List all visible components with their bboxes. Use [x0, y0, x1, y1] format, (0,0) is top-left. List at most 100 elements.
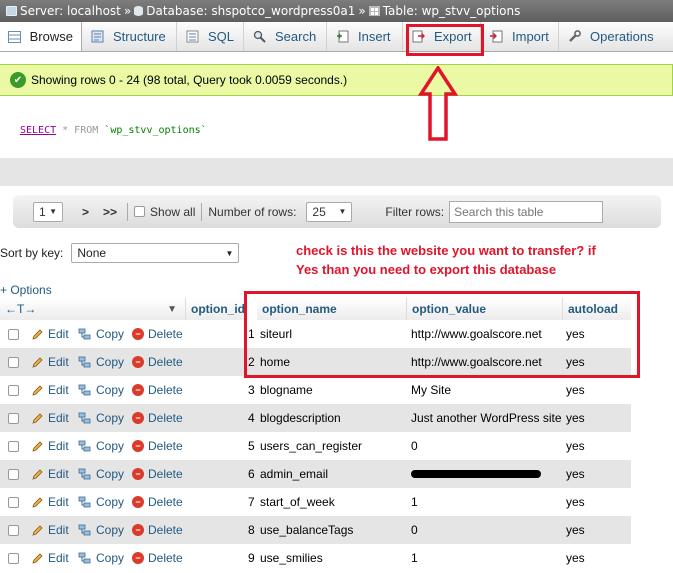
pencil-icon — [32, 385, 43, 396]
breadcrumb-server[interactable]: Server: localhost — [6, 4, 121, 18]
copy-icon — [78, 468, 91, 480]
delete-icon: − — [132, 356, 144, 368]
tab-browse[interactable]: Browse — [0, 22, 82, 51]
copy-button[interactable]: Copy — [78, 488, 124, 516]
row-checkbox[interactable] — [8, 384, 19, 396]
edit-button[interactable]: Edit — [32, 404, 69, 432]
cell-option-name: blogdescription — [260, 411, 341, 425]
row-checkbox[interactable] — [8, 328, 19, 340]
delete-label: Delete — [148, 523, 183, 537]
tab-sql[interactable]: SQL — [177, 22, 244, 51]
breadcrumb-database-link[interactable]: Database: shspotco_wordpress0a1 — [146, 4, 355, 18]
edit-label: Edit — [48, 383, 69, 397]
edit-button[interactable]: Edit — [32, 460, 69, 488]
cell-option-id: 7 — [248, 495, 255, 509]
edit-button[interactable]: Edit — [32, 376, 69, 404]
cell-option-value: 0 — [411, 432, 563, 460]
delete-button[interactable]: − Delete — [132, 488, 183, 516]
edit-button[interactable]: Edit — [32, 516, 69, 544]
breadcrumb-server-link[interactable]: Server: localhost — [20, 4, 121, 18]
filter-rows-label: Filter rows: — [385, 204, 445, 219]
cell-option-id: 6 — [248, 467, 255, 481]
tab-insert-label: Insert — [358, 29, 391, 44]
edit-button[interactable]: Edit — [32, 348, 69, 376]
delete-button[interactable]: − Delete — [132, 516, 183, 544]
edit-label: Edit — [48, 439, 69, 453]
delete-label: Delete — [148, 355, 183, 369]
copy-icon — [78, 496, 91, 508]
page-select[interactable]: 1 ▼ — [33, 201, 63, 222]
tab-structure[interactable]: Structure — [82, 22, 177, 51]
copy-button[interactable]: Copy — [78, 404, 124, 432]
sort-by-key-select[interactable]: None ▼ — [71, 243, 240, 263]
row-checkbox[interactable] — [8, 468, 19, 480]
delete-icon: − — [132, 524, 144, 536]
delete-label: Delete — [148, 495, 183, 509]
delete-label: Delete — [148, 327, 183, 341]
sort-dropdown-icon[interactable]: ▼ — [167, 304, 177, 315]
wrench-icon — [567, 30, 582, 44]
delete-button[interactable]: − Delete — [132, 376, 183, 404]
copy-label: Copy — [96, 523, 125, 537]
cell-option-value-text: 0 — [411, 523, 418, 537]
tab-insert[interactable]: Insert — [327, 22, 403, 51]
copy-button[interactable]: Copy — [78, 460, 124, 488]
breadcrumb-table[interactable]: Table: wp_stvv_options — [368, 4, 521, 18]
column-header-option-id[interactable]: option_id — [186, 298, 246, 320]
row-checkbox-cell — [8, 376, 19, 404]
row-checkbox[interactable] — [8, 552, 19, 564]
cell-option-name: use_smilies — [260, 551, 323, 565]
delete-button[interactable]: − Delete — [132, 404, 183, 432]
pencil-icon — [32, 525, 43, 536]
copy-button[interactable]: Copy — [78, 376, 124, 404]
row-checkbox[interactable] — [8, 440, 19, 452]
cell-option-value: Just another WordPress site — [411, 404, 563, 432]
breadcrumb-database[interactable]: Database: shspotco_wordpress0a1 — [134, 4, 355, 18]
edit-button[interactable]: Edit — [32, 488, 69, 516]
breadcrumb-table-link[interactable]: Table: wp_stvv_options — [383, 4, 521, 18]
cell-autoload: yes — [566, 439, 585, 453]
edit-button[interactable]: Edit — [32, 432, 69, 460]
copy-label: Copy — [96, 355, 125, 369]
options-link[interactable]: + Options — [0, 283, 52, 297]
delete-icon: − — [132, 552, 144, 564]
chevron-down-icon: ▼ — [225, 248, 234, 258]
page-select-value: 1 — [39, 204, 46, 219]
tab-import[interactable]: Import — [481, 22, 559, 51]
insert-icon — [335, 30, 350, 44]
pagination-bar: 1 ▼ > >> Show all Number of rows: 25 ▼ F… — [13, 195, 661, 228]
chevron-down-icon: ▼ — [49, 207, 57, 216]
delete-button[interactable]: − Delete — [132, 432, 183, 460]
cell-option-name: users_can_register — [260, 439, 363, 453]
row-checkbox-cell — [8, 460, 19, 488]
edit-button[interactable]: Edit — [32, 320, 69, 348]
resize-handle[interactable]: ←T→ ▼ — [0, 298, 186, 320]
copy-button[interactable]: Copy — [78, 320, 124, 348]
delete-button[interactable]: − Delete — [132, 544, 183, 572]
cell-option-id: 8 — [248, 523, 255, 537]
copy-button[interactable]: Copy — [78, 516, 124, 544]
tab-bar: Browse Structure SQL Search Insert Expor… — [0, 22, 673, 52]
row-checkbox[interactable] — [8, 524, 19, 536]
last-page-button[interactable]: >> — [103, 205, 117, 219]
copy-icon — [78, 384, 91, 396]
row-checkbox[interactable] — [8, 412, 19, 424]
copy-button[interactable]: Copy — [78, 348, 124, 376]
edit-button[interactable]: Edit — [32, 544, 69, 572]
show-all-checkbox[interactable] — [134, 206, 146, 217]
row-checkbox[interactable] — [8, 496, 19, 508]
filter-rows-input[interactable] — [449, 200, 604, 223]
tab-search[interactable]: Search — [244, 22, 327, 51]
copy-button[interactable]: Copy — [78, 544, 124, 572]
next-page-button[interactable]: > — [82, 205, 89, 219]
sql-keyword-select[interactable]: SELECT — [20, 125, 56, 136]
copy-button[interactable]: Copy — [78, 432, 124, 460]
tab-operations[interactable]: Operations — [559, 22, 667, 51]
delete-button[interactable]: − Delete — [132, 348, 183, 376]
column-resize-arrows[interactable]: ←T→ — [5, 302, 36, 316]
delete-button[interactable]: − Delete — [132, 320, 183, 348]
rows-count-select[interactable]: 25 ▼ — [306, 201, 353, 222]
delete-button[interactable]: − Delete — [132, 460, 183, 488]
tab-structure-label: Structure — [113, 29, 166, 44]
row-checkbox[interactable] — [8, 356, 19, 368]
